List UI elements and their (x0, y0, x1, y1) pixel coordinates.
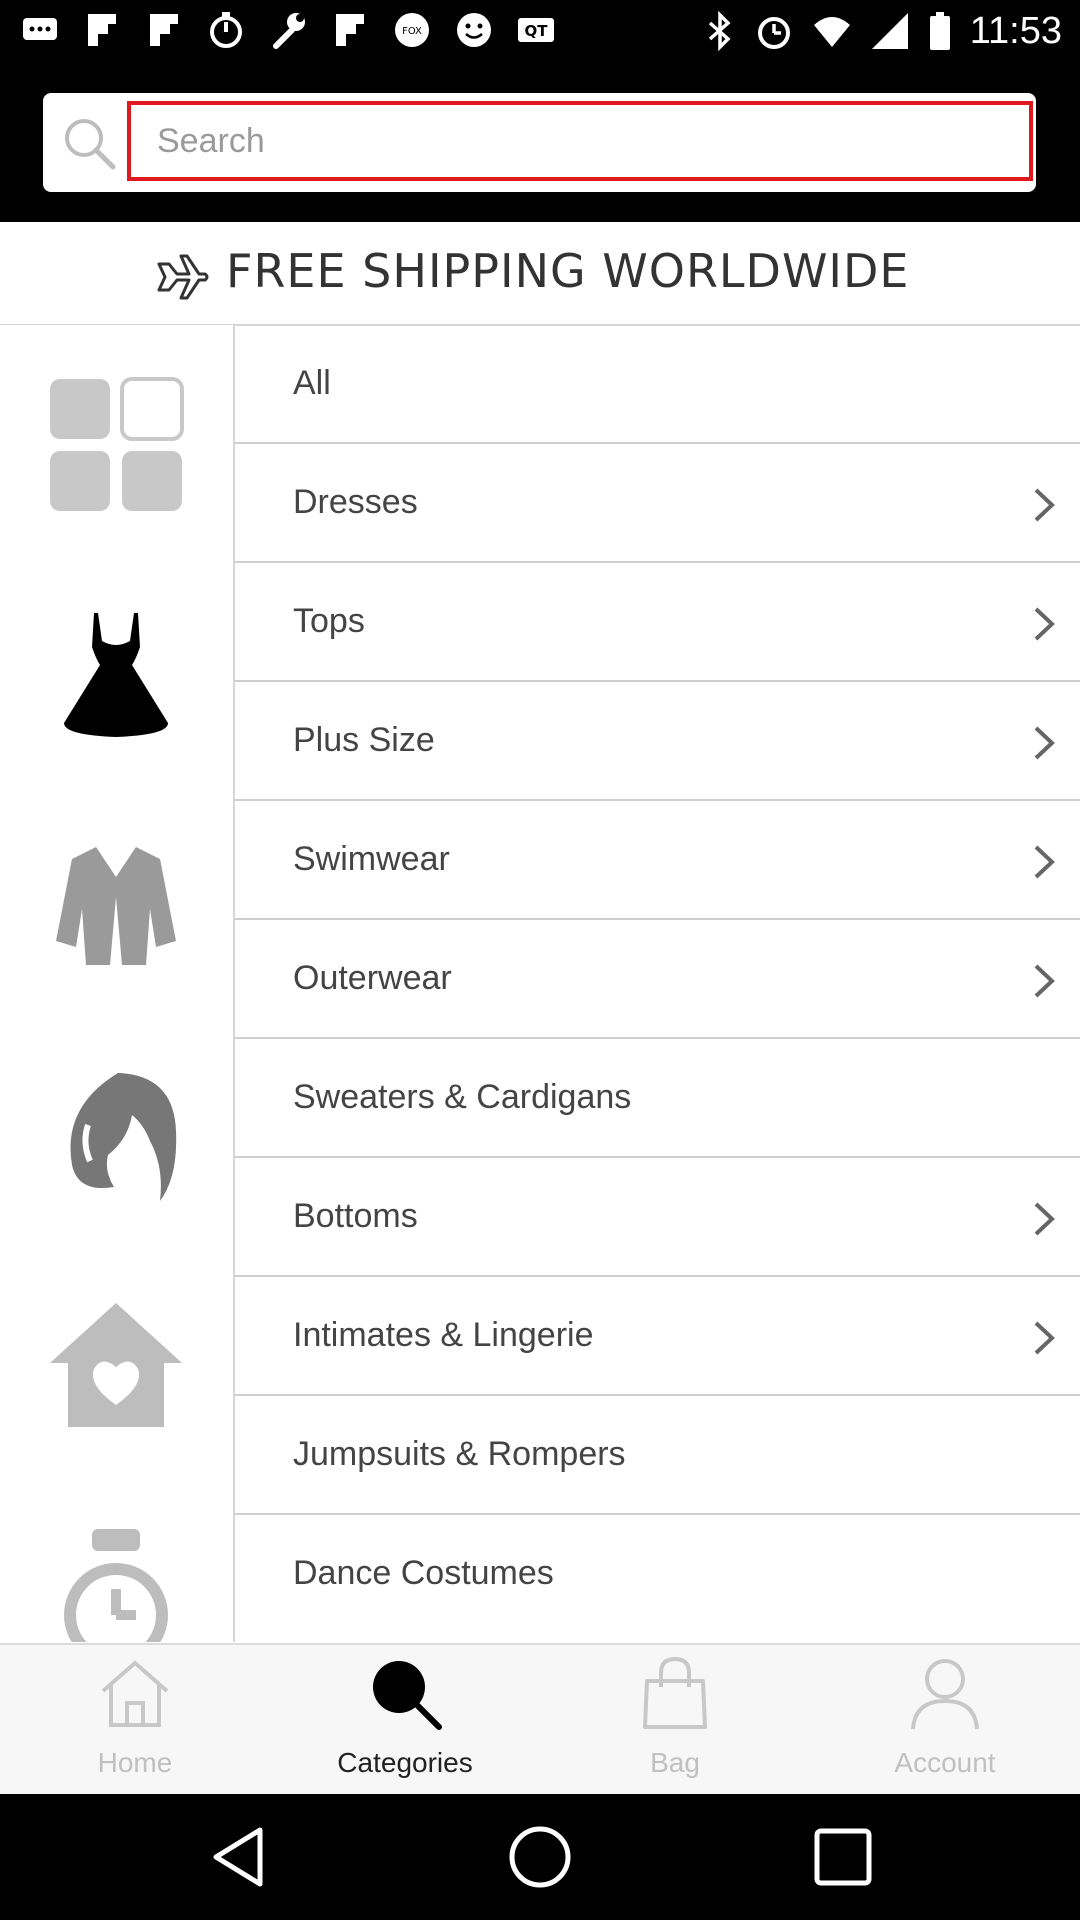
nav-account-label: Account (894, 1747, 996, 1778)
home-icon (101, 1660, 169, 1727)
category-label: All (293, 364, 331, 402)
notification-icons: FOX QT (20, 10, 556, 50)
nav-categories-label: Categories (337, 1747, 473, 1778)
flipboard-icon (336, 14, 364, 46)
free-shipping-banner[interactable]: FREE SHIPPING WORLDWIDE (0, 222, 1080, 326)
bottom-nav: Home Categories Bag Account (0, 1643, 1080, 1796)
category-label: Jumpsuits & Rompers (293, 1435, 626, 1473)
nav-home[interactable]: Home (0, 1645, 270, 1796)
bag-icon (643, 1656, 707, 1729)
home-heart-icon[interactable] (48, 1297, 184, 1433)
svg-text:FOX: FOX (402, 26, 422, 37)
category-row[interactable]: All (235, 325, 1080, 444)
category-label: Tops (293, 602, 365, 640)
dress-icon[interactable] (48, 607, 184, 743)
category-icon-column (0, 325, 235, 1642)
banner-text: FREE SHIPPING WORLDWIDE (226, 244, 910, 298)
hair-icon[interactable] (48, 1067, 184, 1203)
chevron-right-icon[interactable] (1032, 724, 1056, 762)
category-label: Intimates & Lingerie (293, 1316, 594, 1354)
category-label: Outerwear (293, 959, 452, 997)
airplane-icon (157, 254, 209, 300)
category-row[interactable]: Plus Size (235, 682, 1080, 801)
svg-text:QT: QT (525, 22, 549, 40)
smiley-icon (457, 13, 491, 47)
category-row[interactable]: Sweaters & Cardigans (235, 1039, 1080, 1158)
recents-icon[interactable] (808, 1822, 878, 1892)
jacket-icon[interactable] (48, 837, 184, 973)
wifi-icon (813, 17, 850, 47)
system-icons: 11:53 (704, 8, 1062, 54)
nav-account[interactable]: Account (810, 1645, 1080, 1796)
nav-categories[interactable]: Categories (270, 1645, 540, 1796)
category-label: Plus Size (293, 721, 435, 759)
flipboard-icon (150, 14, 178, 46)
clock: 11:53 (969, 10, 1062, 52)
search-input[interactable] (127, 101, 1033, 181)
category-row[interactable]: Bottoms (235, 1158, 1080, 1277)
category-row[interactable]: Dance Costumes (235, 1515, 1080, 1630)
chevron-right-icon[interactable] (1032, 1319, 1056, 1357)
nav-bag-label: Bag (650, 1747, 700, 1778)
search-bar[interactable] (43, 93, 1036, 192)
system-nav-bar (0, 1794, 1080, 1920)
category-label: Dresses (293, 483, 418, 521)
category-row[interactable]: Tops (235, 563, 1080, 682)
chevron-right-icon[interactable] (1032, 486, 1056, 524)
fox-sports-icon: FOX (395, 13, 429, 47)
category-list: All Dresses Tops Plus Size Swimwear Outerwear… (235, 325, 1080, 1630)
search-header (0, 62, 1080, 222)
chevron-right-icon[interactable] (1032, 605, 1056, 643)
alarm-icon (757, 17, 790, 49)
qt-icon: QT (518, 18, 554, 42)
message-icon (23, 18, 57, 40)
search-icon (373, 1661, 442, 1730)
category-row[interactable]: Swimwear (235, 801, 1080, 920)
chevron-right-icon[interactable] (1032, 962, 1056, 1000)
category-row[interactable]: Intimates & Lingerie (235, 1277, 1080, 1396)
nav-bag[interactable]: Bag (540, 1645, 810, 1796)
flipboard-icon (88, 14, 116, 46)
category-label: Dance Costumes (293, 1554, 554, 1592)
wrench-icon (273, 13, 305, 49)
nav-home-label: Home (97, 1747, 173, 1778)
watch-icon[interactable] (48, 1527, 184, 1642)
bluetooth-icon (708, 11, 731, 51)
grid-icon[interactable] (48, 377, 184, 513)
account-icon (911, 1659, 979, 1730)
signal-icon (871, 13, 908, 49)
category-row[interactable]: Jumpsuits & Rompers (235, 1396, 1080, 1515)
back-icon[interactable] (204, 1822, 274, 1892)
home-button-icon[interactable] (505, 1822, 575, 1892)
category-row[interactable]: Dresses (235, 444, 1080, 563)
chevron-right-icon[interactable] (1032, 843, 1056, 881)
chevron-right-icon[interactable] (1032, 1200, 1056, 1238)
battery-icon (929, 12, 950, 50)
category-label: Sweaters & Cardigans (293, 1078, 632, 1116)
search-icon[interactable] (59, 113, 119, 173)
category-label: Bottoms (293, 1197, 418, 1235)
category-label: Swimwear (293, 840, 450, 878)
status-bar: FOX QT 11:53 (0, 0, 1080, 62)
category-row[interactable]: Outerwear (235, 920, 1080, 1039)
timer-icon (210, 12, 242, 48)
